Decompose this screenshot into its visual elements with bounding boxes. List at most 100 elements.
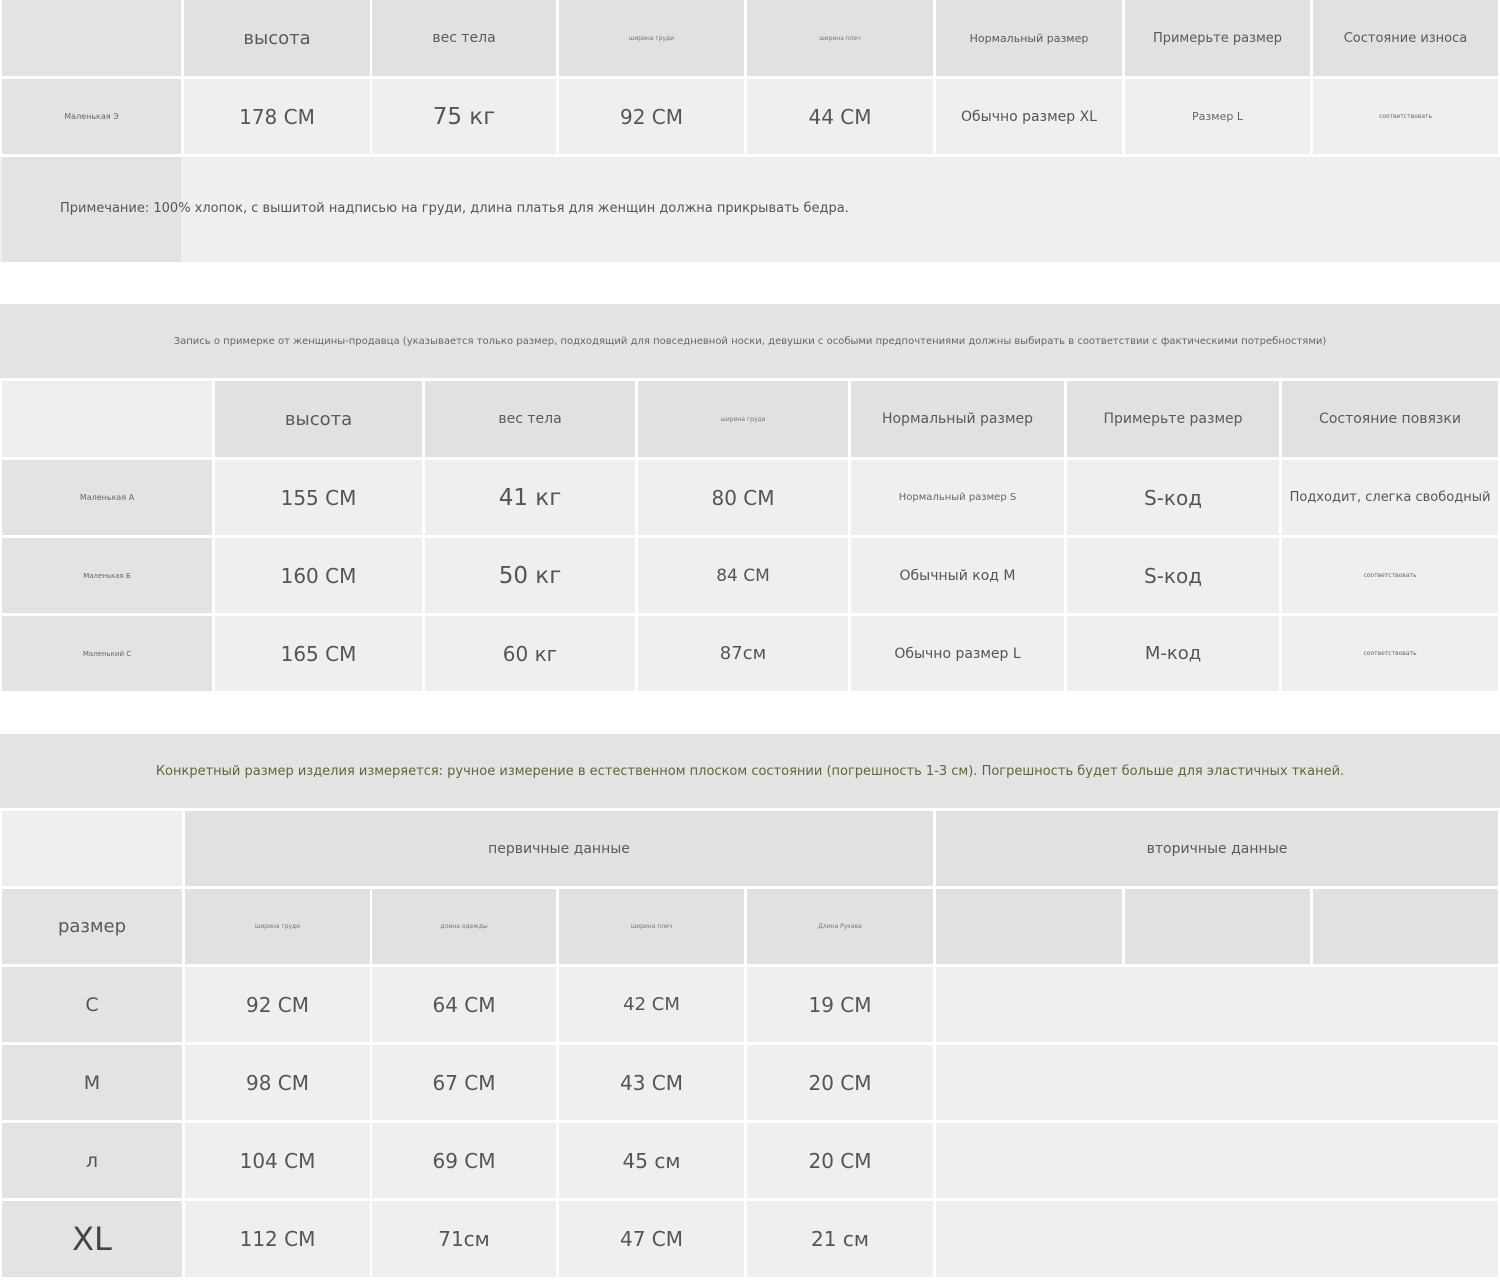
table2-value-weight: 60 кг [425, 616, 635, 691]
table3-size-label: С [2, 967, 182, 1042]
table-row: Маленькая Б 160 СМ 50 кг 84 СМ Обычный к… [0, 538, 1500, 613]
table2-row-label: Маленькая А [2, 460, 212, 535]
table1-value-height: 178 СМ [184, 79, 370, 154]
table1-data-row: Маленькая Э 178 СМ 75 кг 92 СМ 44 СМ Обы… [0, 79, 1500, 154]
table3-value-shoulder: 45 см [559, 1123, 744, 1198]
table-row: М 98 СМ 67 СМ 43 СМ 20 СМ [0, 1045, 1500, 1120]
table3-header-size: размер [2, 889, 182, 964]
table3-empty-cell [936, 967, 1498, 1042]
table2-value-chest: 87см [638, 616, 848, 691]
table1-value-try-size: Размер L [1125, 79, 1310, 154]
table3-value-shoulder: 43 СМ [559, 1045, 744, 1120]
table2-row-label: Маленький С [2, 616, 212, 691]
table3-size-label: XL [2, 1201, 182, 1277]
table2-header-fit-state: Состояние повязки [1282, 381, 1498, 457]
table3-header-secondary-2 [1125, 889, 1310, 964]
table1-header-normal-size: Нормальный размер [936, 0, 1122, 76]
table2-value-height: 155 СМ [215, 460, 422, 535]
table2-value-try-size: S-код [1067, 538, 1279, 613]
table2-value-height: 160 СМ [215, 538, 422, 613]
table2: высота вес тела ширина груди Нормальный … [0, 381, 1500, 691]
table2-value-normal-size: Нормальный размер S [851, 460, 1064, 535]
table3-value-chest: 104 СМ [185, 1123, 370, 1198]
table2-value-height: 165 СМ [215, 616, 422, 691]
table1-row-label: Маленькая Э [2, 79, 181, 154]
table-row: С 92 СМ 64 СМ 42 СМ 19 СМ [0, 967, 1500, 1042]
table1-value-wear-state: соответствовать [1313, 79, 1498, 154]
table2-value-chest: 84 СМ [638, 538, 848, 613]
table3-value-length: 71см [372, 1201, 556, 1277]
table3-value-length: 69 СМ [372, 1123, 556, 1198]
table2-value-weight: 41 кг [425, 460, 635, 535]
table2-header-normal-size: Нормальный размер [851, 381, 1064, 457]
table1-value-chest: 92 СМ [559, 79, 744, 154]
table3-group-row: первичные данные вторичные данные [0, 811, 1500, 886]
table3-caption-bar: Конкретный размер изделия измеряется: ру… [0, 734, 1500, 808]
table3-empty-cell [936, 1045, 1498, 1120]
table2-value-try-size: М-код [1067, 616, 1279, 691]
table3-group-primary: первичные данные [185, 811, 933, 886]
table-row: л 104 СМ 69 СМ 45 см 20 СМ [0, 1123, 1500, 1198]
table2-header-height: высота [215, 381, 422, 457]
table3-caption: Конкретный размер изделия измеряется: ру… [155, 763, 1345, 779]
table3-value-length: 64 СМ [372, 967, 556, 1042]
table3-header-shoulder: ширина плеч [559, 889, 744, 964]
table2-header-try-size: Примерьте размер [1067, 381, 1279, 457]
table1-header-shoulder: ширина плеч [747, 0, 933, 76]
table3-header-secondary-1 [936, 889, 1122, 964]
table3-header-sleeve: Длина Рукава [747, 889, 933, 964]
table1-header-weight: вес тела [372, 0, 556, 76]
table1-note-row: Примечание: 100% хлопок, с вышитой надпи… [0, 157, 1500, 262]
table3: первичные данные вторичные данные размер… [0, 811, 1500, 1280]
table2-value-fit-state: соответствовать [1282, 538, 1498, 613]
table1-header-row: высота вес тела ширина груди ширина плеч… [0, 0, 1500, 76]
table3-empty-cell [936, 1123, 1498, 1198]
table3-value-shoulder: 47 СМ [559, 1201, 744, 1277]
table3-value-chest: 98 СМ [185, 1045, 370, 1120]
table3-value-sleeve: 21 см [747, 1201, 933, 1277]
table3-value-sleeve: 19 СМ [747, 967, 933, 1042]
table3-header-chest: ширина груди [185, 889, 370, 964]
table1-corner-cell [2, 0, 181, 76]
table2-row-label: Маленькая Б [2, 538, 212, 613]
table2-value-normal-size: Обычно размер L [851, 616, 1064, 691]
table2-value-normal-size: Обычный код М [851, 538, 1064, 613]
table2-caption-bar: Запись о примерке от женщины-продавца (у… [0, 304, 1500, 378]
table1-value-shoulder: 44 СМ [747, 79, 933, 154]
table2-caption: Запись о примерке от женщины-продавца (у… [173, 335, 1327, 347]
table1-header-try-size: Примерьте размер [1125, 0, 1310, 76]
table3-group-secondary: вторичные данные [936, 811, 1498, 886]
table1-value-weight: 75 кг [372, 79, 556, 154]
table2-header-chest: ширина груди [638, 381, 848, 457]
table2-value-weight: 50 кг [425, 538, 635, 613]
table3-corner-cell [2, 811, 182, 886]
table1-header-wear-state: Состояние износа [1313, 0, 1498, 76]
table3-size-label: М [2, 1045, 182, 1120]
table3-header-secondary-3 [1313, 889, 1498, 964]
table3-header-length: длина одежды [372, 889, 556, 964]
table2-value-try-size: S-код [1067, 460, 1279, 535]
table3-size-label: л [2, 1123, 182, 1198]
table2-value-fit-state: Подходит, слегка свободный [1282, 460, 1498, 535]
table-row: Маленький С 165 СМ 60 кг 87см Обычно раз… [0, 616, 1500, 691]
table1-header-chest: ширина груди [559, 0, 744, 76]
table3-value-chest: 112 СМ [185, 1201, 370, 1277]
table3-header-row: размер ширина груди длина одежды ширина … [0, 889, 1500, 964]
table3-value-sleeve: 20 СМ [747, 1045, 933, 1120]
table-row: Маленькая А 155 СМ 41 кг 80 СМ Нормальны… [0, 460, 1500, 535]
table2-header-row: высота вес тела ширина груди Нормальный … [0, 381, 1500, 457]
table1-value-normal-size: Обычно размер XL [936, 79, 1122, 154]
table3-value-chest: 92 СМ [185, 967, 370, 1042]
table2-corner-cell [2, 381, 212, 457]
table3-value-length: 67 СМ [372, 1045, 556, 1120]
table2-value-fit-state: соответствовать [1282, 616, 1498, 691]
table-row: XL 112 СМ 71см 47 СМ 21 см [0, 1201, 1500, 1277]
table1-header-height: высота [184, 0, 370, 76]
table1: высота вес тела ширина груди ширина плеч… [0, 0, 1500, 262]
table2-header-weight: вес тела [425, 381, 635, 457]
table1-note-text: Примечание: 100% хлопок, с вышитой надпи… [60, 201, 849, 216]
table3-value-shoulder: 42 СМ [559, 967, 744, 1042]
table3-value-sleeve: 20 СМ [747, 1123, 933, 1198]
table2-value-chest: 80 СМ [638, 460, 848, 535]
table3-empty-cell [936, 1201, 1498, 1277]
